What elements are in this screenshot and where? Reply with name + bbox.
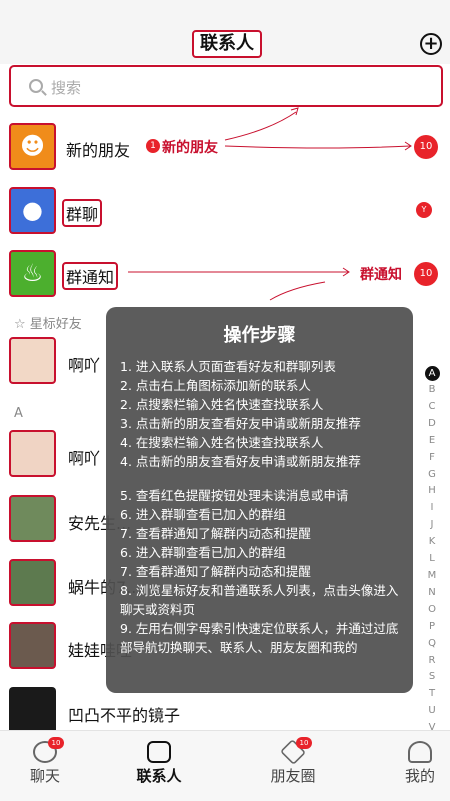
tab-badge: 10 xyxy=(48,737,64,749)
step-item: 9. 左用右侧字母索引快速定位联系人，并通过过底部导航切换聊天、联系人、朋友友圈… xyxy=(120,621,399,655)
new-friends-unread-badge[interactable]: 10 xyxy=(414,135,438,159)
index-letter[interactable]: U xyxy=(423,703,441,720)
overlay-title: 操作步骤 xyxy=(223,325,296,346)
alphabet-index[interactable]: A B C D E F G H I J K L M N O P Q R S T … xyxy=(423,365,441,737)
index-letter[interactable]: R xyxy=(423,653,441,670)
starred-section-header: ☆ 星标好友 xyxy=(14,313,82,332)
step-item: 2. 点击右上角图标添加新的联系人 xyxy=(120,378,311,393)
contact-name[interactable]: 啊吖 xyxy=(68,445,100,469)
new-friends-icon[interactable]: ☻ xyxy=(9,123,56,170)
tab-label: 聊天 xyxy=(29,767,60,785)
step-item: 4. 在搜索栏输入姓名快速查找联系人 xyxy=(120,435,324,450)
index-letter[interactable]: Q xyxy=(423,636,441,653)
avatar[interactable] xyxy=(9,430,56,477)
annotation-index-badge: 1 xyxy=(146,139,160,153)
avatar[interactable] xyxy=(9,622,56,669)
add-person-icon: ☻ xyxy=(19,132,46,160)
contact-name[interactable]: 凹凸不平的镜子 xyxy=(68,702,180,726)
contact-name[interactable]: 啊吖 xyxy=(68,352,100,376)
step-item: 5. 查看红色提醒按钮处理未读消息或申请 xyxy=(120,488,349,503)
starred-section-label: 星标好友 xyxy=(29,317,82,332)
top-bar: 联系人 + xyxy=(0,0,450,64)
tab-label: 朋友圈 xyxy=(270,767,316,785)
group-notice-label[interactable]: 群通知 xyxy=(62,262,119,290)
index-letter[interactable]: S xyxy=(423,669,441,686)
index-letter[interactable]: D xyxy=(423,416,441,433)
index-letter[interactable]: E xyxy=(423,433,441,450)
add-contact-icon[interactable]: + xyxy=(420,33,442,55)
person-icon xyxy=(408,741,432,763)
search-placeholder: 搜索 xyxy=(51,79,82,97)
index-letter[interactable]: J xyxy=(423,517,441,534)
step-item: 7. 查看群通知了解群内动态和提醒 xyxy=(120,564,311,579)
annotation-group-notice: 群通知 xyxy=(360,267,402,283)
step-item: 7. 查看群通知了解群内动态和提醒 xyxy=(120,526,311,541)
index-letter[interactable]: F xyxy=(423,450,441,467)
group-chat-badge[interactable]: Y xyxy=(416,202,432,218)
star-icon: ☆ xyxy=(14,317,26,332)
group-notice-icon[interactable]: ♨ xyxy=(9,250,56,297)
index-letter[interactable]: O xyxy=(423,602,441,619)
index-letter[interactable]: I xyxy=(423,500,441,517)
tab-label: 联系人 xyxy=(136,767,182,785)
avatar[interactable] xyxy=(9,559,56,606)
avatar[interactable] xyxy=(9,495,56,542)
index-letter[interactable]: A xyxy=(424,366,440,381)
contacts-icon xyxy=(147,741,171,763)
tab-badge: 10 xyxy=(296,737,312,749)
index-letter[interactable]: G xyxy=(423,467,441,484)
steps-list: 1. 进入联系人页面查看好友和群聊列表 2. 点击右上角图标添加新的联系人 2.… xyxy=(120,357,410,657)
index-letter[interactable]: C xyxy=(423,399,441,416)
group-icon: ● xyxy=(22,196,43,224)
bell-icon: ♨ xyxy=(21,259,44,287)
annotation-new-friends: 新的朋友 xyxy=(162,140,218,156)
avatar[interactable] xyxy=(9,687,56,734)
step-item: 3. 点击新的朋友查看好友申请或新朋友推荐 xyxy=(120,416,361,431)
step-item: 2. 点搜索栏输入姓名快速查找联系人 xyxy=(120,397,324,412)
index-letter[interactable]: M xyxy=(423,568,441,585)
instructions-overlay: 操作步骤 1. 进入联系人页面查看好友和群聊列表 2. 点击右上角图标添加新的联… xyxy=(106,307,413,693)
index-letter[interactable]: B xyxy=(423,382,441,399)
bottom-nav: 10 聊天 联系人 10 朋友圈 我的 xyxy=(0,730,450,801)
section-letter-a: A xyxy=(14,406,23,421)
index-letter[interactable]: N xyxy=(423,585,441,602)
new-friends-label[interactable]: 新的朋友 xyxy=(66,137,130,161)
tab-label: 我的 xyxy=(404,767,435,785)
group-notice-badge[interactable]: 10 xyxy=(414,262,438,286)
step-item: 6. 进入群聊查看已加入的群组 xyxy=(120,545,286,560)
search-icon xyxy=(29,79,43,93)
step-item: 8. 浏览星标好友和普通联系人列表，点击头像进入聊天或资料页 xyxy=(120,583,399,617)
index-letter[interactable]: L xyxy=(423,551,441,568)
step-item: 6. 进入群聊查看已加入的群组 xyxy=(120,507,286,522)
page-title: 联系人 xyxy=(192,30,262,58)
step-item: 1. 进入联系人页面查看好友和群聊列表 xyxy=(120,359,336,374)
step-item: 4. 点击新的朋友查看好友申请或新朋友推荐 xyxy=(120,454,361,469)
group-chat-label[interactable]: 群聊 xyxy=(62,199,103,227)
index-letter[interactable]: K xyxy=(423,534,441,551)
avatar[interactable] xyxy=(9,337,56,384)
group-chat-icon[interactable]: ● xyxy=(9,187,56,234)
index-letter[interactable]: H xyxy=(423,483,441,500)
index-letter[interactable]: T xyxy=(423,686,441,703)
search-input[interactable]: 搜索 xyxy=(9,65,443,107)
index-letter[interactable]: P xyxy=(423,619,441,636)
